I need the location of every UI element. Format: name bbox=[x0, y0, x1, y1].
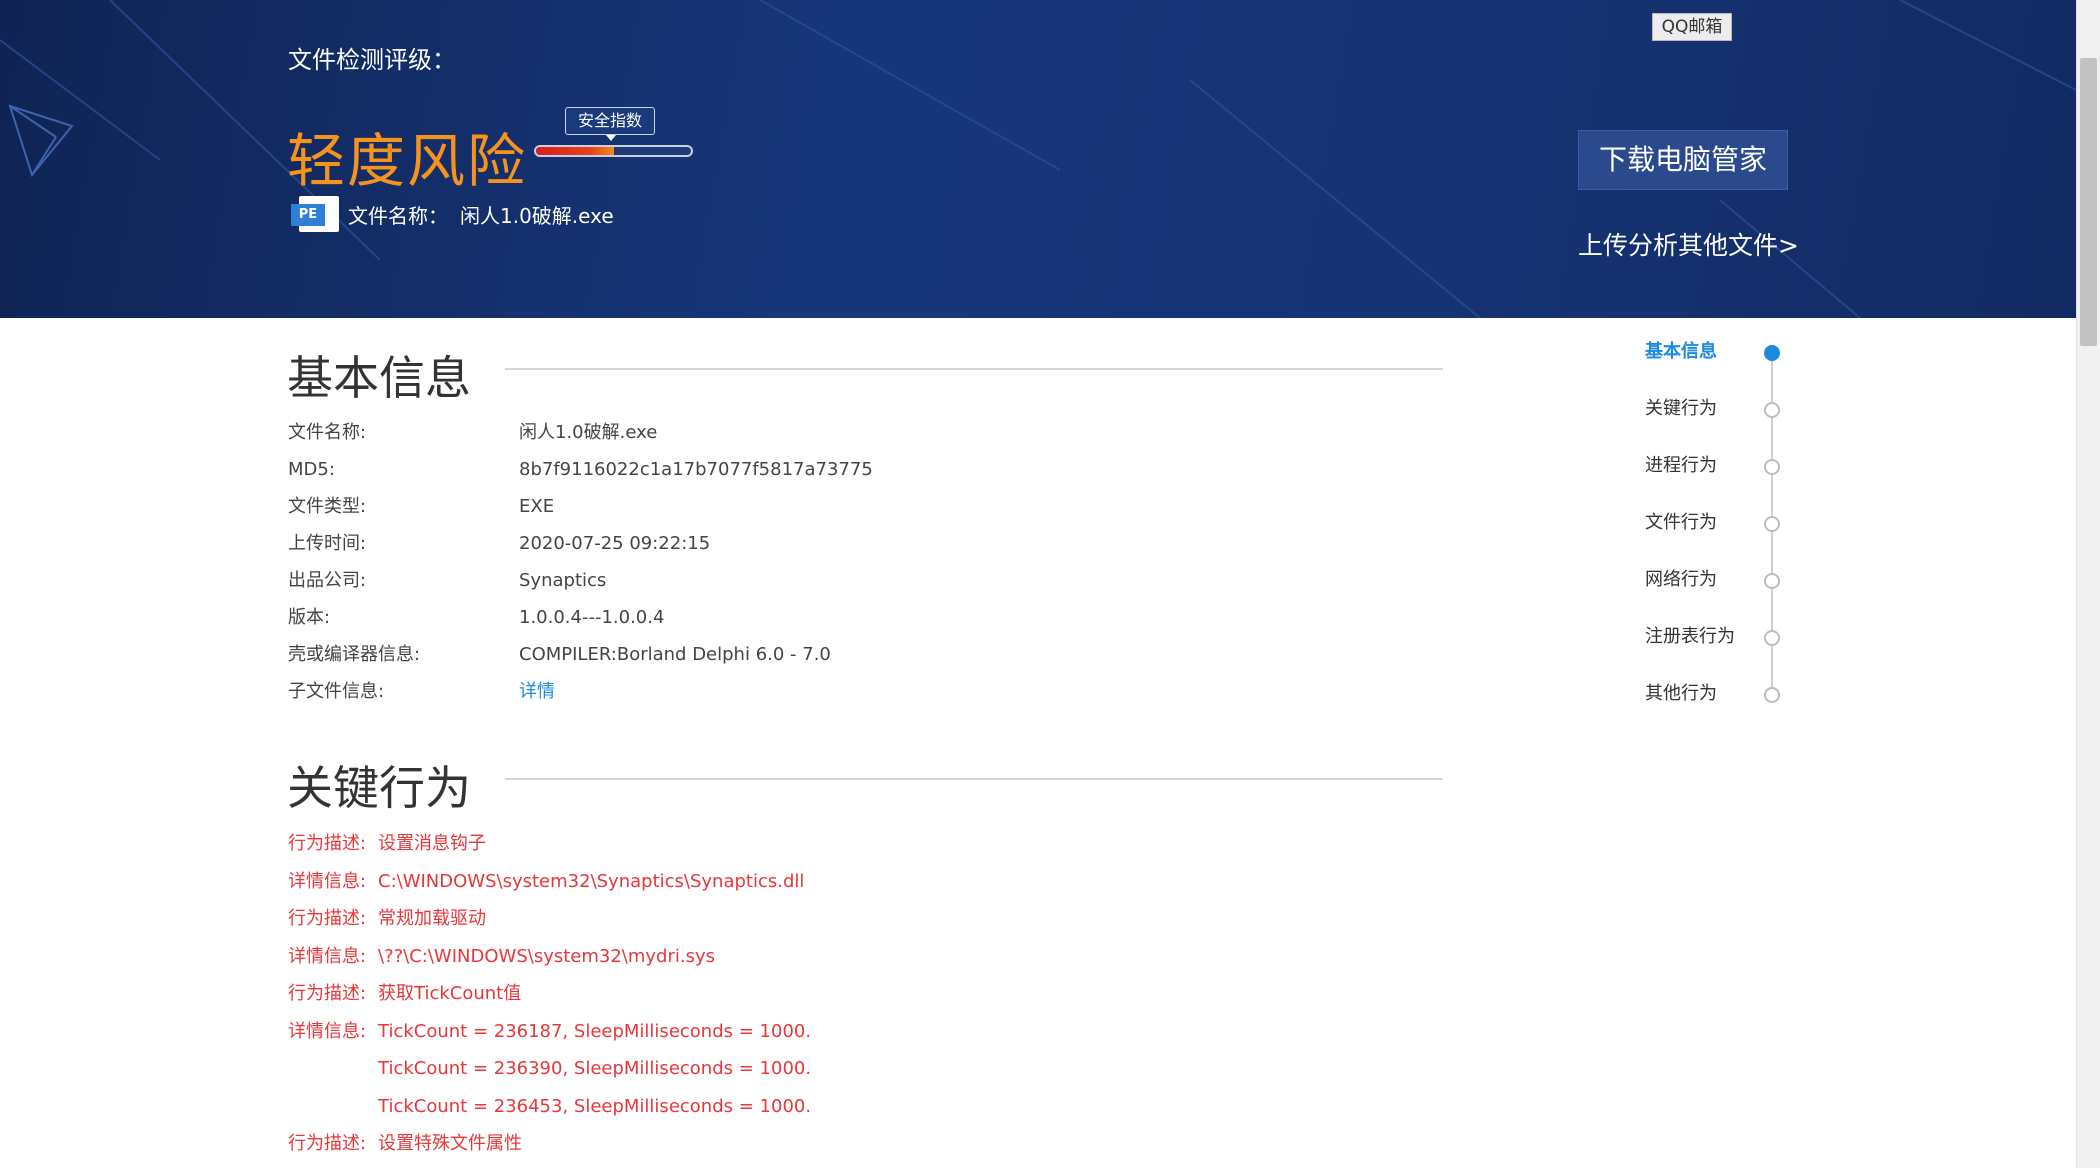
key-behavior-divider bbox=[505, 778, 1443, 780]
behavior-value: \??\C:\WINDOWS\system32\mydri.sys bbox=[378, 945, 716, 967]
basic-info-value: EXE bbox=[519, 496, 555, 517]
behavior-row: 行为描述: 设置特殊文件属性 bbox=[288, 1129, 811, 1167]
behavior-label: 行为描述: bbox=[288, 833, 367, 854]
detection-rating-title: 文件检测评级： bbox=[288, 46, 456, 74]
side-nav-dot bbox=[1764, 516, 1780, 532]
side-nav-dot bbox=[1764, 345, 1780, 361]
behavior-row: 详情信息: C:\WINDOWS\system32\Synaptics\Synap… bbox=[288, 867, 811, 905]
basic-info-value: COMPILER:Borland Delphi 6.0 - 7.0 bbox=[519, 644, 831, 665]
behavior-label: 详情信息: bbox=[288, 1020, 367, 1042]
behavior-label: 行为描述: bbox=[288, 983, 367, 1004]
upload-other-file-link[interactable]: 上传分析其他文件> bbox=[1578, 226, 1799, 262]
pe-file-icon: PE bbox=[291, 196, 339, 232]
basic-info-label: 文件类型: bbox=[288, 496, 367, 517]
behavior-row: TickCount = 236453, SleepMilliseconds = … bbox=[288, 1092, 811, 1130]
basic-info-row: MD5: 8b7f9116022c1a17b7077f5817a73775 bbox=[288, 455, 1188, 492]
side-nav-label: 基本信息 bbox=[1645, 341, 1717, 362]
side-nav-label: 进程行为 bbox=[1645, 455, 1717, 476]
page-scrollbar[interactable] bbox=[2076, 0, 2100, 1168]
safety-index-bar bbox=[534, 145, 693, 157]
side-nav-item[interactable]: 网络行为 bbox=[1645, 565, 1785, 595]
behavior-row: 行为描述: 常规加载驱动 bbox=[288, 904, 811, 942]
behavior-value: 获取TickCount值 bbox=[378, 983, 522, 1004]
risk-level-text: 轻度风险 bbox=[287, 127, 528, 195]
side-nav-dot bbox=[1764, 573, 1780, 589]
behavior-row: TickCount = 236390, SleepMilliseconds = … bbox=[288, 1054, 811, 1092]
behavior-row: 详情信息: \??\C:\WINDOWS\system32\mydri.sys bbox=[288, 942, 811, 980]
report-banner: 文件检测评级： 轻度风险 安全指数 PE 文件名称： 闲人1.0破解.exe QQ… bbox=[0, 0, 2076, 318]
behavior-label: 行为描述: bbox=[288, 908, 367, 929]
side-nav-item[interactable]: 文件行为 bbox=[1645, 508, 1785, 538]
side-nav-item[interactable]: 注册表行为 bbox=[1645, 622, 1785, 652]
behavior-label: 详情信息: bbox=[288, 870, 367, 892]
basic-info-row: 文件名称: 闲人1.0破解.exe bbox=[288, 418, 1188, 455]
basic-info-label: 版本: bbox=[288, 607, 331, 628]
behavior-value: C:\WINDOWS\system32\Synaptics\Synaptics.… bbox=[378, 870, 805, 892]
behavior-label bbox=[288, 1092, 378, 1130]
behavior-row: 行为描述: 获取TickCount值 bbox=[288, 979, 811, 1017]
behavior-value: TickCount = 236187, SleepMilliseconds = … bbox=[378, 1020, 812, 1042]
basic-info-label: 文件名称: bbox=[288, 422, 367, 443]
basic-info-label: 出品公司: bbox=[288, 570, 367, 591]
basic-info-value: 8b7f9116022c1a17b7077f5817a73775 bbox=[519, 459, 873, 480]
basic-info-value: Synaptics bbox=[519, 570, 607, 591]
side-nav-dot bbox=[1764, 630, 1780, 646]
key-behavior-title: 关键行为 bbox=[287, 761, 471, 815]
section-side-nav: 基本信息关键行为进程行为文件行为网络行为注册表行为其他行为 bbox=[1645, 337, 1785, 707]
banner-file-name: 文件名称： 闲人1.0破解.exe bbox=[348, 200, 614, 229]
safety-index-badge: 安全指数 bbox=[565, 107, 655, 141]
behavior-value: TickCount = 236453, SleepMilliseconds = … bbox=[378, 1095, 812, 1117]
basic-info-row: 版本: 1.0.0.4---1.0.0.4 bbox=[288, 603, 1188, 640]
banner-file-name-value: 闲人1.0破解.exe bbox=[460, 204, 614, 228]
basic-info-title: 基本信息 bbox=[287, 351, 471, 405]
side-nav-label: 文件行为 bbox=[1645, 512, 1717, 533]
behavior-value: 常规加载驱动 bbox=[378, 908, 486, 929]
basic-info-row: 上传时间: 2020-07-25 09:22:15 bbox=[288, 529, 1188, 566]
basic-info-row: 文件类型: EXE bbox=[288, 492, 1188, 529]
basic-info-label: 壳或编译器信息: bbox=[288, 644, 421, 665]
side-nav-dot bbox=[1764, 687, 1780, 703]
basic-info-divider bbox=[505, 368, 1443, 370]
side-nav-label: 关键行为 bbox=[1645, 398, 1717, 419]
basic-info-row: 出品公司: Synaptics bbox=[288, 566, 1188, 603]
basic-info-table: 文件名称: 闲人1.0破解.exe MD5: 8b7f9116022c1a17b707… bbox=[288, 418, 1188, 714]
side-nav-label: 网络行为 bbox=[1645, 569, 1717, 590]
side-nav-item[interactable]: 基本信息 bbox=[1645, 337, 1785, 367]
download-pc-manager-button[interactable]: 下载电脑管家 bbox=[1578, 130, 1788, 190]
side-nav-item[interactable]: 其他行为 bbox=[1645, 679, 1785, 709]
side-nav-dot bbox=[1764, 402, 1780, 418]
key-behavior-list: 行为描述: 设置消息钩子 详情信息: C:\WINDOWS\system32\Syna… bbox=[288, 829, 811, 1167]
behavior-row: 行为描述: 设置消息钩子 bbox=[288, 829, 811, 867]
side-nav-dot bbox=[1764, 459, 1780, 475]
side-nav-item[interactable]: 关键行为 bbox=[1645, 394, 1785, 424]
safety-index-fill bbox=[536, 147, 614, 155]
banner-file-name-label: 文件名称： bbox=[348, 204, 448, 228]
basic-info-row: 子文件信息: 详情 bbox=[288, 677, 1188, 714]
behavior-value: TickCount = 236390, SleepMilliseconds = … bbox=[378, 1058, 812, 1079]
basic-info-value: 1.0.0.4---1.0.0.4 bbox=[519, 607, 665, 628]
side-nav-item[interactable]: 进程行为 bbox=[1645, 451, 1785, 481]
basic-info-label: 子文件信息: bbox=[288, 681, 385, 702]
behavior-value: 设置消息钩子 bbox=[378, 833, 486, 854]
basic-info-value: 闲人1.0破解.exe bbox=[519, 422, 658, 443]
behavior-label: 详情信息: bbox=[288, 945, 367, 967]
behavior-value: 设置特殊文件属性 bbox=[378, 1133, 522, 1154]
basic-info-row: 壳或编译器信息: COMPILER:Borland Delphi 6.0 - 7.… bbox=[288, 640, 1188, 677]
basic-info-label: 上传时间: bbox=[288, 533, 367, 554]
behavior-label: 行为描述: bbox=[288, 1133, 367, 1154]
behavior-label bbox=[288, 1054, 378, 1092]
paper-plane-icon bbox=[8, 104, 74, 178]
basic-info-value: 2020-07-25 09:22:15 bbox=[519, 533, 711, 554]
behavior-row: 详情信息: TickCount = 236187, SleepMillisecon… bbox=[288, 1017, 811, 1055]
sub-file-details-link[interactable]: 详情 bbox=[519, 677, 1188, 714]
qq-mail-button[interactable]: QQ邮箱 bbox=[1652, 13, 1732, 41]
basic-info-label: MD5: bbox=[288, 459, 335, 480]
scrollbar-thumb[interactable] bbox=[2080, 58, 2097, 346]
side-nav-label: 注册表行为 bbox=[1645, 626, 1735, 647]
side-nav-label: 其他行为 bbox=[1645, 683, 1717, 704]
